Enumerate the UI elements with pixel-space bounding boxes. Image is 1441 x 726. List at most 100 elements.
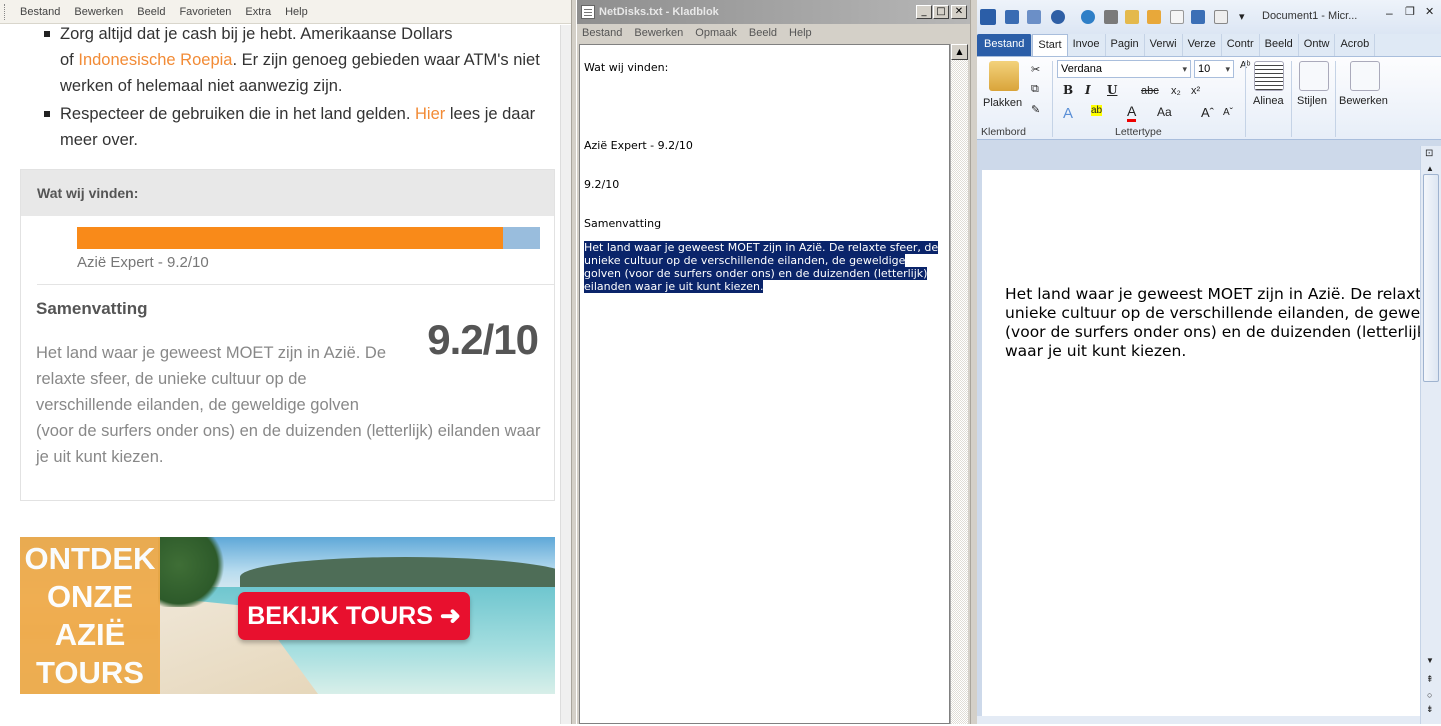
close-button[interactable]: ✕ [951,5,967,19]
shrink-font-icon[interactable]: Aˇ [1223,107,1233,118]
tab-start[interactable]: Start [1032,34,1068,56]
italic-icon[interactable]: I [1085,83,1091,97]
paragraph-button[interactable]: Alinea [1253,95,1284,107]
highlight-icon[interactable]: ab [1091,105,1103,116]
tab-invoegen[interactable]: Invoe [1068,34,1106,56]
new-document-icon[interactable] [1170,10,1184,24]
menu-bestand[interactable]: Bestand [20,6,60,18]
rating-bar [77,227,540,249]
np-menu-bestand[interactable]: Bestand [582,27,622,39]
review-card: Wat wij vinden: Azië Expert - 9.2/10 Sam… [20,169,555,501]
open-icon[interactable] [1125,10,1139,24]
close-button[interactable]: ✕ [1425,5,1434,18]
tab-verwijzingen[interactable]: Verwi [1145,34,1183,56]
browse-object-icon[interactable]: ○ [1427,690,1432,700]
next-page-icon[interactable]: ⇟ [1426,704,1434,715]
ruler-toggle-icon[interactable]: ⊡ [1425,148,1433,159]
change-case-icon[interactable]: Aa [1157,105,1172,119]
spelling-icon[interactable] [1191,10,1205,24]
bold-icon[interactable]: B [1063,83,1073,97]
notepad-text-area[interactable]: Wat wij vinden: Azië Expert - 9.2/10 9.2… [579,44,950,724]
tab-acrobat[interactable]: Acrob [1335,34,1376,56]
scroll-up-icon[interactable]: ▲ [1426,164,1434,173]
scroll-down-icon[interactable]: ▼ [1426,656,1434,665]
notepad-scrollbar[interactable]: ▲ [950,44,968,724]
maximize-button[interactable]: □ [933,5,949,19]
tab-bestand[interactable]: Bestand [977,34,1033,56]
window-divider[interactable] [970,0,977,724]
bekijk-tours-button[interactable]: BEKIJK TOURS ➜ [238,592,470,640]
font-color-icon[interactable]: A [1127,103,1137,122]
word-vertical-scrollbar[interactable]: ⊡ ▲ ▼ ⇞ ○ ⇟ [1420,146,1441,724]
ribbon: Plakken ✂ ⧉ ✎ Klembord Verdana 10 Aᵇ B I… [977,56,1441,140]
notepad-window: NetDisks.txt - Kladblok _ □ ✕ Bestand Be… [577,0,970,724]
ribbon-tabs: Bestand Start Invoe Pagin Verwi Verze Co… [977,34,1441,56]
folder-icon[interactable] [1147,10,1161,24]
font-family-select[interactable]: Verdana [1057,60,1191,78]
word-horizontal-scrollbar[interactable] [977,716,1420,724]
paste-button[interactable]: Plakken [983,97,1022,109]
scroll-up-icon[interactable]: ▲ [951,44,968,60]
toolbar-grip[interactable] [4,4,7,20]
notepad-menubar: Bestand Bewerken Opmaak Beeld Help [577,24,970,42]
menu-favorieten[interactable]: Favorieten [179,6,231,18]
styles-icon[interactable] [1299,61,1329,91]
menu-beeld[interactable]: Beeld [137,6,165,18]
restore-button[interactable]: ❐ [1405,5,1415,18]
superscript-icon[interactable]: x² [1191,85,1200,97]
tab-pagina[interactable]: Pagin [1106,34,1145,56]
scroll-thumb[interactable] [1423,174,1439,382]
np-menu-bewerken[interactable]: Bewerken [634,27,683,39]
word-logo-icon [980,9,996,25]
banner-headline: ONTDEK ONZE AZIË TOURS [20,537,160,694]
format-painter-icon[interactable]: ✎ [1031,103,1040,116]
np-menu-opmaak[interactable]: Opmaak [695,27,737,39]
group-separator [1335,61,1336,137]
tab-beeld[interactable]: Beeld [1260,34,1299,56]
menu-help[interactable]: Help [285,6,308,18]
strikethrough-icon[interactable]: abc [1141,85,1159,97]
underline-icon[interactable]: U [1107,83,1117,97]
banner-line: TOURS [36,654,144,690]
tab-ontwikkelaars[interactable]: Ontw [1299,34,1336,56]
print-icon[interactable] [1104,10,1118,24]
link-hier[interactable]: Hier [415,105,445,123]
text-effects-icon[interactable]: A [1063,105,1073,122]
tab-controleren[interactable]: Contr [1222,34,1260,56]
np-menu-beeld[interactable]: Beeld [749,27,777,39]
tab-verzendlijsten[interactable]: Verze [1183,34,1222,56]
notepad-title: NetDisks.txt - Kladblok [599,6,719,18]
previous-page-icon[interactable]: ⇞ [1426,674,1434,685]
paragraph-icon[interactable] [1254,61,1284,91]
browser-scrollbar[interactable] [560,25,571,724]
paste-icon[interactable] [989,61,1019,91]
minimize-button[interactable]: _ [916,5,932,19]
binoculars-icon[interactable] [1350,61,1380,91]
bullet-icon [44,111,50,117]
save-icon[interactable] [1005,10,1019,24]
save-as-icon[interactable] [1027,10,1041,24]
editing-button[interactable]: Bewerken [1339,95,1388,107]
bullet-icon [44,31,50,37]
tip-cash-text: Zorg altijd dat je cash bij je hebt. Ame… [60,25,453,43]
np-menu-help[interactable]: Help [789,27,812,39]
print-preview-icon[interactable] [1214,10,1228,24]
cut-icon[interactable]: ✂ [1031,63,1040,76]
copy-icon[interactable]: ⧉ [1031,83,1039,96]
undo-icon[interactable] [1051,10,1065,24]
styles-button[interactable]: Stijlen [1297,95,1327,107]
tours-banner[interactable]: ONTDEK ONZE AZIË TOURS BEKIJK TOURS ➜ [20,537,555,694]
notepad-titlebar[interactable]: NetDisks.txt - Kladblok [577,0,970,24]
redo-icon[interactable] [1081,10,1095,24]
font-size-select[interactable]: 10 [1194,60,1234,78]
customize-qat-icon[interactable]: ▾ [1239,10,1245,23]
link-indonesische-roepia[interactable]: Indonesische Roepia [78,51,232,69]
document-area: Het land waar je geweest MOET zijn in Az… [977,168,1422,726]
document-page[interactable]: Het land waar je geweest MOET zijn in Az… [982,170,1422,726]
menu-extra[interactable]: Extra [245,6,271,18]
subscript-icon[interactable]: x₂ [1171,85,1181,97]
menu-bewerken[interactable]: Bewerken [74,6,123,18]
quick-access-toolbar: ▾ Document1 - Micr... – ❐ ✕ [977,0,1441,34]
grow-font-icon[interactable]: Aˆ [1201,105,1214,120]
minimize-button[interactable]: – [1386,6,1393,20]
